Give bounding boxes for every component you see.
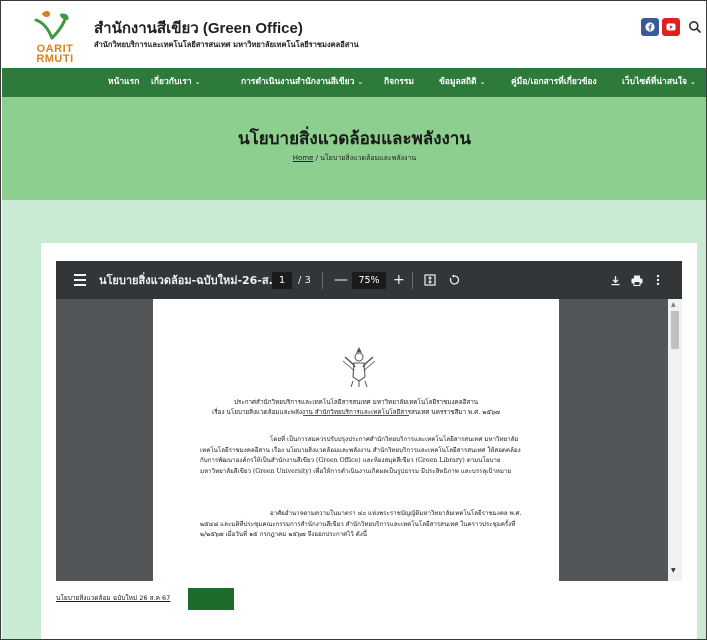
zoom-level-input[interactable]: 75% [352, 272, 386, 289]
nav-item-links[interactable]: เว็บไซต์ที่น่าสนใจ ⌄ [622, 68, 696, 97]
zoom-out-button[interactable]: — [334, 261, 348, 299]
nav-item-activities[interactable]: กิจกรรม [384, 68, 414, 97]
rotate-icon[interactable] [448, 261, 460, 299]
pdf-paragraph-2: อาศัยอำนาจตามความในมาตรา ๔๐ แห่งพระราชบั… [200, 510, 522, 538]
nav-item-statistics[interactable]: ข้อมูลสถิติ ⌄ [439, 68, 485, 97]
download-icon[interactable] [610, 261, 621, 299]
breadcrumb-current: นโยบายสิ่งแวดล้อมและพลังงาน [320, 154, 417, 162]
chevron-down-icon: ⌄ [194, 78, 201, 86]
breadcrumb-home-link[interactable]: Home [293, 154, 314, 162]
facebook-icon[interactable] [641, 18, 659, 36]
zoom-in-button[interactable]: + [393, 261, 405, 299]
nav-item-home[interactable]: หน้าแรก [108, 68, 139, 97]
site-title[interactable]: สำนักงานสีเขียว (Green Office) [94, 16, 303, 40]
nav-item-label: การดำเนินงานสำนักงานสีเขียว [241, 77, 355, 87]
pdf-viewer[interactable]: นโยบายสิ่งแวดล้อม-ฉบับใหม่-26-ส... 1 / 3… [56, 261, 682, 581]
site-logo[interactable]: OARIT RMUTI [30, 8, 78, 65]
page-total: / 3 [298, 274, 311, 286]
page-hero: นโยบายสิ่งแวดล้อมและพลังงาน Home / นโยบา… [2, 97, 706, 200]
page-number-input[interactable]: 1 [272, 272, 292, 289]
page-title: นโยบายสิ่งแวดล้อมและพลังงาน [238, 129, 471, 149]
nav-item-label: เว็บไซต์ที่น่าสนใจ [622, 77, 687, 87]
menu-icon[interactable] [73, 261, 87, 299]
pdf-divider [303, 415, 409, 416]
toolbar-divider [322, 272, 323, 289]
pdf-heading-line-1: ประกาศสำนักวิทยบริการและเทคโนโลยีสารสนเท… [233, 399, 479, 406]
scroll-down-arrow-icon[interactable]: ▼ [671, 567, 676, 574]
toolbar-divider [412, 272, 413, 289]
file-download-link[interactable]: นโยบายสิ่งแวดล้อม ฉบับใหม่ 26 ส.ค 67 [56, 593, 170, 603]
nav-item-about[interactable]: เกี่ยวกับเรา ⌄ [151, 68, 200, 97]
pdf-toolbar: นโยบายสิ่งแวดล้อม-ฉบับใหม่-26-ส... 1 / 3… [56, 261, 682, 299]
scroll-thumb[interactable] [671, 311, 679, 349]
print-icon[interactable] [631, 261, 643, 299]
nav-item-manuals[interactable]: คู่มือ/เอกสารที่เกี่ยวข้อง [511, 68, 597, 97]
site-subtitle: สำนักวิทยบริการและเทคโนโลยีสารสนเทศ มหาว… [94, 40, 359, 49]
nav-item-green-office-operations[interactable]: การดำเนินงานสำนักงานสีเขียว ⌄ [241, 68, 363, 97]
chevron-down-icon: ⌄ [479, 78, 486, 86]
more-options-icon[interactable] [656, 261, 660, 299]
download-button[interactable] [188, 588, 234, 610]
breadcrumb: Home / นโยบายสิ่งแวดล้อมและพลังงาน [2, 153, 706, 164]
site-header: OARIT RMUTI สำนักงานสีเขียว (Green Offic… [2, 2, 706, 68]
nav-item-label: หน้าแรก [108, 77, 140, 87]
nav-item-label: กิจกรรม [384, 77, 415, 87]
nav-item-label: คู่มือ/เอกสารที่เกี่ยวข้อง [511, 77, 597, 87]
main-nav: หน้าแรก เกี่ยวกับเรา ⌄ การดำเนินงานสำนักง… [2, 68, 706, 97]
page-frame: OARIT RMUTI สำนักงานสีเขียว (Green Offic… [0, 0, 707, 640]
fit-to-page-icon[interactable] [424, 261, 436, 299]
youtube-icon[interactable] [662, 18, 680, 36]
scroll-up-arrow-icon[interactable]: ▲ [671, 301, 676, 308]
nav-item-label: ข้อมูลสถิติ [439, 77, 477, 87]
nav-item-label: เกี่ยวกับเรา [151, 77, 192, 87]
garuda-emblem-icon [342, 347, 376, 388]
chevron-down-icon: ⌄ [689, 78, 696, 86]
pdf-scrollbar[interactable]: ▲ ▼ [668, 299, 682, 581]
logo-line-rmuti: RMUTI [36, 53, 74, 65]
pdf-document-title: นโยบายสิ่งแวดล้อม-ฉบับใหม่-26-ส... [99, 274, 282, 287]
leaf-person-icon [34, 11, 69, 40]
search-icon[interactable] [688, 20, 702, 34]
chevron-down-icon: ⌄ [357, 78, 364, 86]
pdf-page: ประกาศสำนักวิทยบริการและเทคโนโลยีสารสนเท… [153, 299, 559, 581]
logo-wordmark: OARIT RMUTI [32, 44, 78, 65]
pdf-paragraph-1: โดยที่ เป็นการสมควรปรับปรุงประกาศสำนักวิ… [200, 436, 521, 475]
